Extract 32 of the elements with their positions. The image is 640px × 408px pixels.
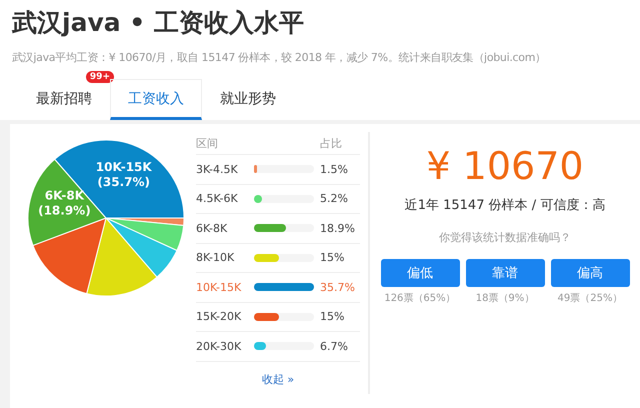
range-label: 4.5K-6K [196, 192, 239, 206]
vote-count: 18票（9%） [476, 292, 534, 305]
range-label: 10K-15K [196, 280, 242, 294]
sample-info: 近1年 15147 份样本 / 可信度：高 [404, 197, 606, 214]
question-text: 你觉得该统计数据准确吗？ [439, 230, 571, 245]
share-value: 15% [320, 310, 346, 324]
range-label: 20K-30K [196, 340, 242, 353]
summary-text: 武汉java平均工资：¥ 10670/月，取自 15147 份样本，较 2018 年，减少 7%。统计来自职友集（jobui.com） [12, 50, 547, 65]
share-value: 35.7% [320, 280, 356, 294]
range-label: 15K-20K [196, 310, 242, 324]
slice-label: 10K-15K (35.7%) [96, 160, 152, 189]
range-label: 3K-4.5K [196, 162, 239, 176]
average-salary: ¥ 10670 [426, 144, 584, 188]
vote-count: 126票（65%） [384, 292, 456, 305]
share-value: 1.5% [320, 162, 349, 176]
slice-label: 6K-8K (18.9%) [38, 188, 91, 218]
share-value: 18.9% [320, 222, 356, 235]
vote-button[interactable]: 偏低 [380, 259, 460, 287]
range-label: 6K-8K [196, 222, 228, 235]
range-label: 8K-10K [196, 251, 236, 264]
vote-button[interactable]: 偏高 [550, 259, 630, 287]
tab[interactable]: 就业形势 [202, 79, 294, 120]
vote-count: 49票（25%） [558, 292, 622, 305]
page-title: 武汉java • 工资收入水平 [12, 7, 305, 39]
column-header: 占比 [320, 136, 343, 150]
column-header: 区间 [196, 136, 219, 150]
vote-button[interactable]: 靠谱 [466, 259, 544, 287]
share-value: 15% [320, 251, 346, 264]
share-value: 5.2% [320, 192, 349, 206]
share-value: 6.7% [320, 340, 349, 353]
count-badge: 99+ [86, 71, 114, 83]
collapse-link[interactable]: 收起 » [262, 372, 294, 386]
